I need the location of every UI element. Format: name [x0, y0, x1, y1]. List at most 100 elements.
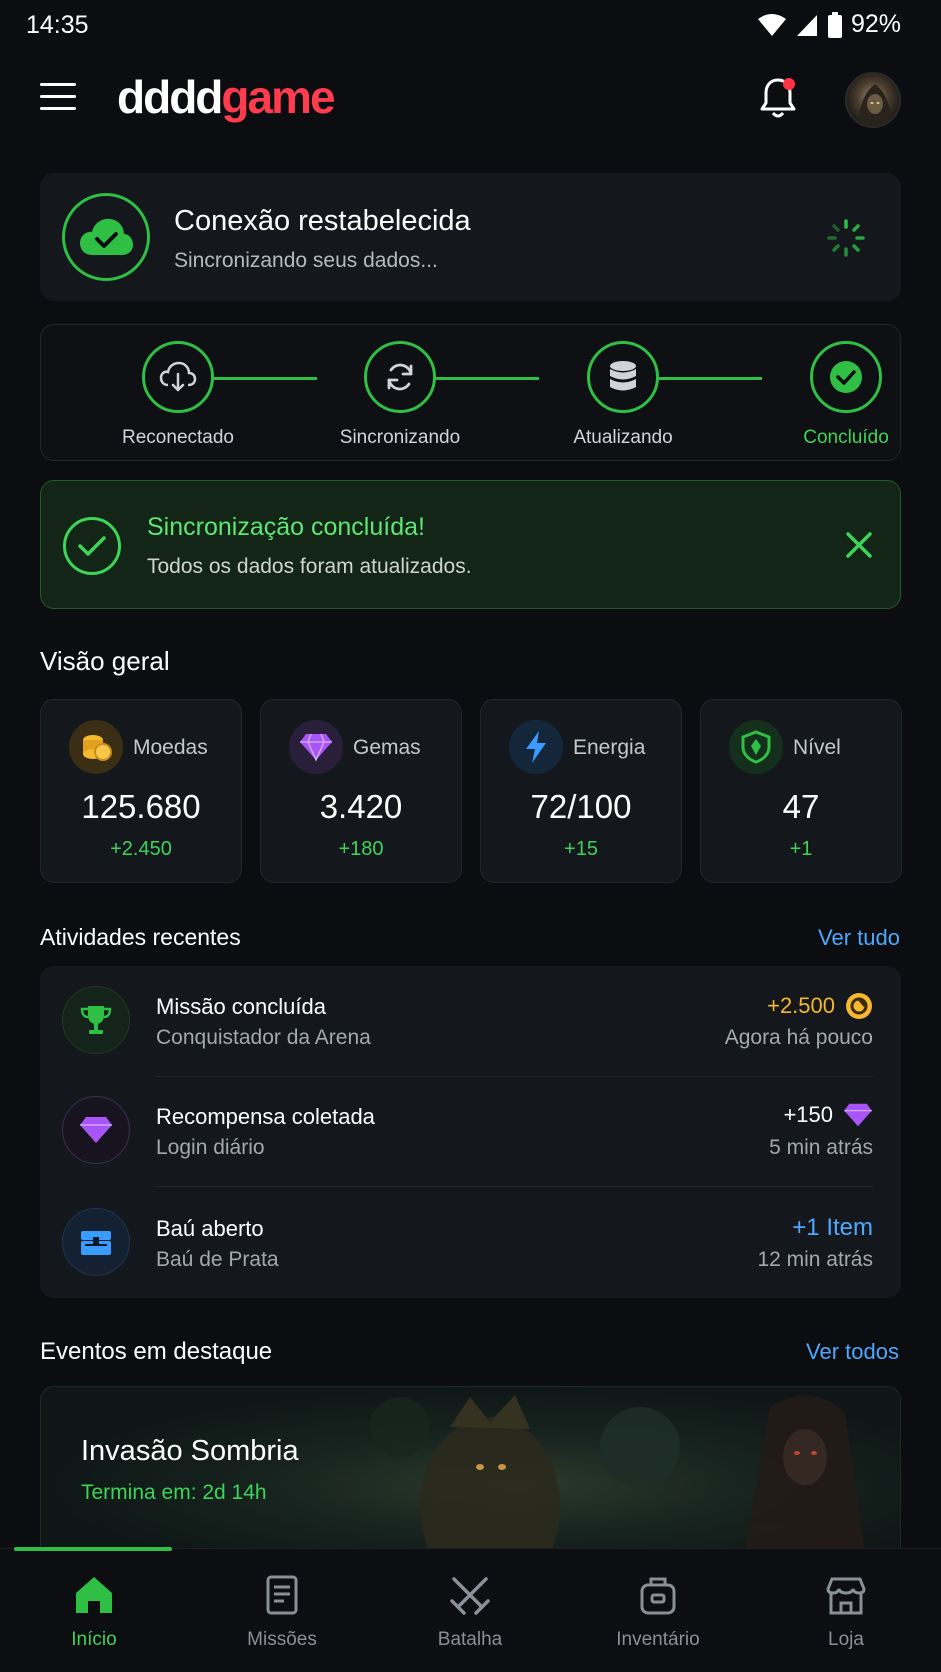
chest-icon	[62, 1208, 130, 1276]
stat-card-energy[interactable]: Energia 72/100 +15	[480, 699, 682, 883]
shield-icon	[729, 720, 783, 774]
stat-label: Moedas	[133, 736, 208, 759]
stat-value: 47	[782, 788, 820, 825]
loading-spinner-icon	[827, 219, 865, 257]
stat-label: Nível	[793, 736, 841, 759]
missions-icon	[266, 1575, 298, 1615]
step-label: Sincronizando	[339, 427, 461, 448]
activity-title: Baú aberto	[156, 1216, 264, 1241]
activity-amount: +2.500	[767, 992, 873, 1020]
avatar[interactable]	[845, 72, 901, 128]
step-label: Reconectado	[122, 427, 234, 448]
activity-subtitle: Baú de Prata	[156, 1248, 279, 1271]
notifications-button[interactable]	[758, 76, 798, 120]
tab-battle[interactable]: Batalha	[376, 1549, 564, 1672]
tab-label: Início	[71, 1629, 117, 1650]
overview-title: Visão geral	[40, 646, 170, 676]
stat-card-coins[interactable]: Moedas 125.680 +2.450	[40, 699, 242, 883]
stat-card-level[interactable]: Nível 47 +1	[700, 699, 902, 883]
stat-card-gems[interactable]: Gemas 3.420 +180	[260, 699, 462, 883]
tab-label: Inventário	[616, 1629, 700, 1650]
close-button[interactable]	[839, 525, 879, 565]
app-logo: ddddgame	[117, 71, 336, 123]
step-reconnected: Reconectado	[103, 341, 253, 449]
activity-amount: +1 Item	[792, 1214, 873, 1241]
step-syncing: Sincronizando	[325, 341, 475, 449]
tab-label: Missões	[247, 1629, 317, 1650]
activity-subtitle: Login diário	[156, 1136, 265, 1159]
activities-list: Missão concluída Conquistador da Arena +…	[40, 966, 901, 1298]
sync-success-banner: Sincronização concluída! Todos os dados …	[40, 480, 901, 609]
stat-value: 125.680	[81, 788, 201, 825]
step-label: Concluído	[803, 427, 889, 448]
see-all-events-link[interactable]: Ver todos	[806, 1339, 899, 1365]
bottom-nav: Início Missões Batalha Inventário Loja	[0, 1547, 941, 1672]
status-time: 14:35	[26, 11, 89, 39]
stat-value: 3.420	[319, 788, 403, 825]
see-all-activities-link[interactable]: Ver tudo	[818, 925, 900, 951]
stat-delta: +180	[338, 838, 384, 860]
close-icon	[846, 532, 872, 558]
activity-subtitle: Conquistador da Arena	[156, 1026, 371, 1049]
success-title: Sincronização concluída!	[147, 513, 425, 541]
battery-percent: 92%	[850, 10, 901, 38]
activity-time: Agora há pouco	[724, 1026, 873, 1049]
events-title: Eventos em destaque	[40, 1338, 273, 1365]
tab-home[interactable]: Início	[0, 1549, 188, 1672]
connection-card: Conexão restabelecida Sincronizando seus…	[40, 173, 901, 301]
tab-label: Batalha	[437, 1629, 503, 1650]
swords-icon	[450, 1577, 490, 1615]
status-icons: 92%	[757, 10, 901, 39]
connection-title: Conexão restabelecida	[174, 205, 471, 237]
divider	[156, 1186, 873, 1187]
signal-icon	[796, 14, 817, 36]
coin-icon	[846, 993, 872, 1019]
featured-event-card[interactable]: Invasão Sombria Termina em: 2d 14h	[40, 1386, 901, 1551]
home-icon	[76, 1577, 112, 1613]
gem-icon	[289, 720, 343, 774]
notification-dot	[783, 78, 795, 90]
list-item[interactable]: Missão concluída Conquistador da Arena +…	[40, 966, 901, 1076]
stat-label: Gemas	[353, 736, 421, 759]
activity-title: Recompensa coletada	[156, 1104, 375, 1129]
step-completed: Concluído	[771, 341, 921, 449]
activity-title: Missão concluída	[156, 994, 326, 1019]
activity-amount: +150	[783, 1102, 873, 1128]
menu-button[interactable]	[40, 83, 76, 113]
list-item[interactable]: Recompensa coletada Login diário +150 5 …	[40, 1076, 901, 1186]
connection-subtitle: Sincronizando seus dados...	[174, 249, 438, 272]
success-check-icon	[63, 517, 121, 575]
battery-icon	[827, 11, 842, 38]
success-subtitle: Todos os dados foram atualizados.	[147, 555, 472, 578]
list-item[interactable]: Baú aberto Baú de Prata +1 Item 12 min a…	[40, 1188, 901, 1298]
tab-inventory[interactable]: Inventário	[564, 1549, 752, 1672]
sync-stepper: Reconectado Sincronizando Atualizando Co…	[40, 324, 901, 461]
lightning-icon	[509, 720, 563, 774]
status-bar: 14:35 92%	[0, 0, 941, 50]
activities-title: Atividades recentes	[40, 924, 241, 950]
check-icon	[810, 341, 882, 413]
trophy-icon	[62, 986, 130, 1054]
activity-time: 5 min atrás	[769, 1136, 873, 1159]
stat-delta: +2.450	[110, 838, 172, 860]
gem-icon	[844, 1103, 872, 1127]
cloud-download-icon	[142, 341, 214, 413]
backpack-icon	[640, 1577, 676, 1615]
app-header: ddddgame	[0, 60, 941, 140]
menu-icon	[40, 83, 76, 86]
event-countdown: Termina em: 2d 14h	[81, 1481, 267, 1504]
event-title: Invasão Sombria	[81, 1435, 299, 1467]
stat-value: 72/100	[530, 788, 632, 825]
wifi-icon	[757, 13, 786, 36]
avatar-image	[857, 84, 893, 126]
activity-time: 12 min atrás	[757, 1248, 873, 1271]
database-icon	[587, 341, 659, 413]
tab-store[interactable]: Loja	[752, 1549, 940, 1672]
stat-label: Energia	[573, 736, 646, 759]
tab-missions[interactable]: Missões	[188, 1549, 376, 1672]
store-icon	[826, 1577, 866, 1615]
stat-delta: +1	[789, 838, 813, 860]
coins-icon	[69, 720, 123, 774]
event-artwork	[370, 1395, 865, 1550]
cloud-check-icon	[62, 193, 150, 281]
